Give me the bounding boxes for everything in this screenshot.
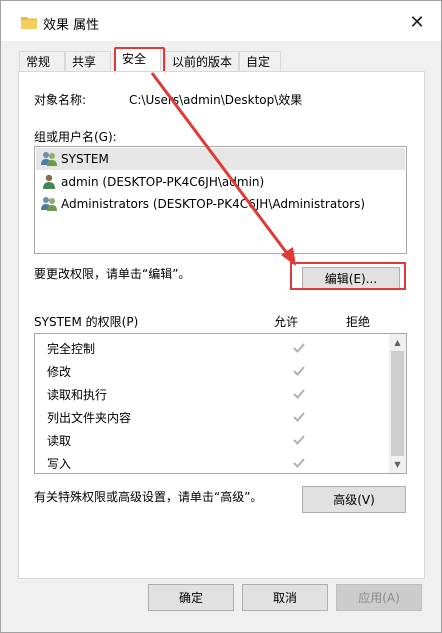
close-icon: ✕ xyxy=(409,11,425,33)
tab-previous-versions[interactable]: 以前的版本 xyxy=(165,51,239,73)
folder-icon xyxy=(21,17,37,29)
user-item-admin[interactable]: admin (DESKTOP-PK4C6JH\admin) xyxy=(36,171,405,193)
scroll-up-icon[interactable]: ▲ xyxy=(389,334,406,351)
permission-name: 读取 xyxy=(47,433,72,448)
allow-check-icon xyxy=(293,366,305,376)
user-item-administrators[interactable]: Administrators (DESKTOP-PK4C6JH\Administ… xyxy=(36,193,405,215)
permission-row-write: 写入 xyxy=(47,452,377,473)
permission-name: 完全控制 xyxy=(47,341,96,356)
allow-check-icon xyxy=(293,458,305,468)
tab-general[interactable]: 常规 xyxy=(19,51,65,73)
advanced-hint: 有关特殊权限或高级设置，请单击“高级”。 xyxy=(34,490,263,504)
object-name-label: 对象名称: xyxy=(34,93,87,107)
allow-check-icon xyxy=(293,389,305,399)
users-label: 组或用户名(G): xyxy=(34,130,117,144)
allow-check-icon xyxy=(293,435,305,445)
ok-button[interactable]: 确定 xyxy=(148,584,234,611)
cancel-button[interactable]: 取消 xyxy=(242,584,328,611)
permission-row-list-folder: 列出文件夹内容 xyxy=(47,406,377,428)
advanced-button[interactable]: 高级(V) xyxy=(302,486,406,513)
apply-button[interactable]: 应用(A) xyxy=(336,584,422,611)
scroll-thumb[interactable] xyxy=(391,351,404,456)
user-item-system[interactable]: SYSTEM xyxy=(36,148,405,170)
object-name-value: C:\Users\admin\Desktop\效果 xyxy=(129,93,303,107)
user-group-icon xyxy=(41,197,57,211)
permission-row-modify: 修改 xyxy=(47,360,377,382)
edit-hint: 要更改权限，请单击“编辑”。 xyxy=(34,267,191,281)
permissions-list[interactable]: 完全控制 修改 读取和执行 列出文件夹内容 读取 写入 ▲ ▼ xyxy=(34,333,407,474)
user-list[interactable]: SYSTEM admin (DESKTOP-PK4C6JH\admin) Adm… xyxy=(34,146,407,254)
tab-customize[interactable]: 自定义 xyxy=(239,51,281,89)
allow-check-icon xyxy=(293,343,305,353)
scroll-down-icon[interactable]: ▼ xyxy=(389,456,406,473)
user-name: Administrators (DESKTOP-PK4C6JH\Administ… xyxy=(61,197,366,211)
permissions-label: SYSTEM 的权限(P) xyxy=(34,315,139,329)
edit-button[interactable]: 编辑(E)... xyxy=(302,267,400,289)
allow-header: 允许 xyxy=(274,315,299,329)
user-name: SYSTEM xyxy=(61,152,109,166)
user-name: admin (DESKTOP-PK4C6JH\admin) xyxy=(61,175,265,189)
close-button[interactable]: ✕ xyxy=(403,9,431,35)
permission-row-read-execute: 读取和执行 xyxy=(47,383,377,405)
user-icon xyxy=(43,174,55,189)
title-bar: 效果 属性 ✕ xyxy=(1,1,441,41)
user-group-icon xyxy=(41,152,57,166)
permission-name: 列出文件夹内容 xyxy=(47,410,132,425)
permission-name: 写入 xyxy=(47,456,72,471)
deny-header: 拒绝 xyxy=(346,315,371,329)
permissions-scrollbar[interactable]: ▲ ▼ xyxy=(389,334,406,473)
tab-security[interactable]: 安全 xyxy=(115,48,161,73)
permission-name: 读取和执行 xyxy=(47,387,108,402)
allow-check-icon xyxy=(293,412,305,422)
tab-sharing[interactable]: 共享 xyxy=(65,51,111,73)
permission-row-read: 读取 xyxy=(47,429,377,451)
permission-name: 修改 xyxy=(47,364,72,379)
permission-row-full-control: 完全控制 xyxy=(47,337,377,359)
window-title: 效果 属性 xyxy=(43,18,100,33)
